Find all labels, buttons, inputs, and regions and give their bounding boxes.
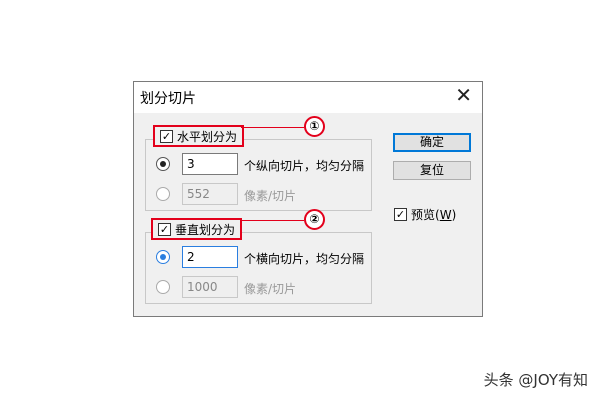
vertical-divide-checkbox[interactable]: ✓ 垂直划分为 xyxy=(151,218,243,240)
dialog-title: 划分切片 xyxy=(140,91,196,107)
title-bar: 划分切片 ✕ xyxy=(134,82,482,113)
divide-slice-dialog: 划分切片 ✕ ✓ 水平划分为 3 个纵向切片，均匀分隔 552 像素/切片 ✓ … xyxy=(133,81,483,317)
vertical-pixels-input[interactable]: 1000 xyxy=(182,276,238,298)
annotation-line-1 xyxy=(241,127,304,128)
vertical-count-input[interactable]: 2 xyxy=(182,246,238,268)
ok-button[interactable]: 确定 xyxy=(393,133,471,152)
horizontal-divide-checkbox[interactable]: ✓ 水平划分为 xyxy=(153,125,245,147)
annotation-line-2 xyxy=(241,220,304,221)
checkbox-check-icon: ✓ xyxy=(394,208,407,221)
horizontal-count-suffix: 个纵向切片，均匀分隔 xyxy=(244,159,365,173)
annotation-marker-2: ② xyxy=(304,209,325,230)
horizontal-pixels-suffix: 像素/切片 xyxy=(244,189,297,203)
annotation-marker-1: ① xyxy=(304,116,325,137)
vertical-count-suffix: 个横向切片，均匀分隔 xyxy=(244,252,365,266)
preview-label: 预览(W) xyxy=(411,208,457,222)
horizontal-count-radio[interactable] xyxy=(156,157,170,171)
preview-checkbox[interactable]: ✓ 预览(W) xyxy=(394,206,456,223)
vertical-pixels-suffix: 像素/切片 xyxy=(244,282,297,296)
checkbox-check-icon: ✓ xyxy=(160,129,173,143)
reset-button[interactable]: 复位 xyxy=(393,161,471,180)
vertical-divide-label: 垂直划分为 xyxy=(175,222,236,237)
vertical-count-radio[interactable] xyxy=(156,250,170,264)
horizontal-pixels-radio[interactable] xyxy=(156,187,170,201)
vertical-pixels-radio[interactable] xyxy=(156,280,170,294)
checkbox-check-icon: ✓ xyxy=(158,222,171,236)
horizontal-pixels-input[interactable]: 552 xyxy=(182,183,238,205)
horizontal-count-input[interactable]: 3 xyxy=(182,153,238,175)
horizontal-divide-label: 水平划分为 xyxy=(177,129,238,144)
watermark: 头条 @JOY有知 xyxy=(483,371,588,389)
close-icon[interactable]: ✕ xyxy=(455,85,472,105)
